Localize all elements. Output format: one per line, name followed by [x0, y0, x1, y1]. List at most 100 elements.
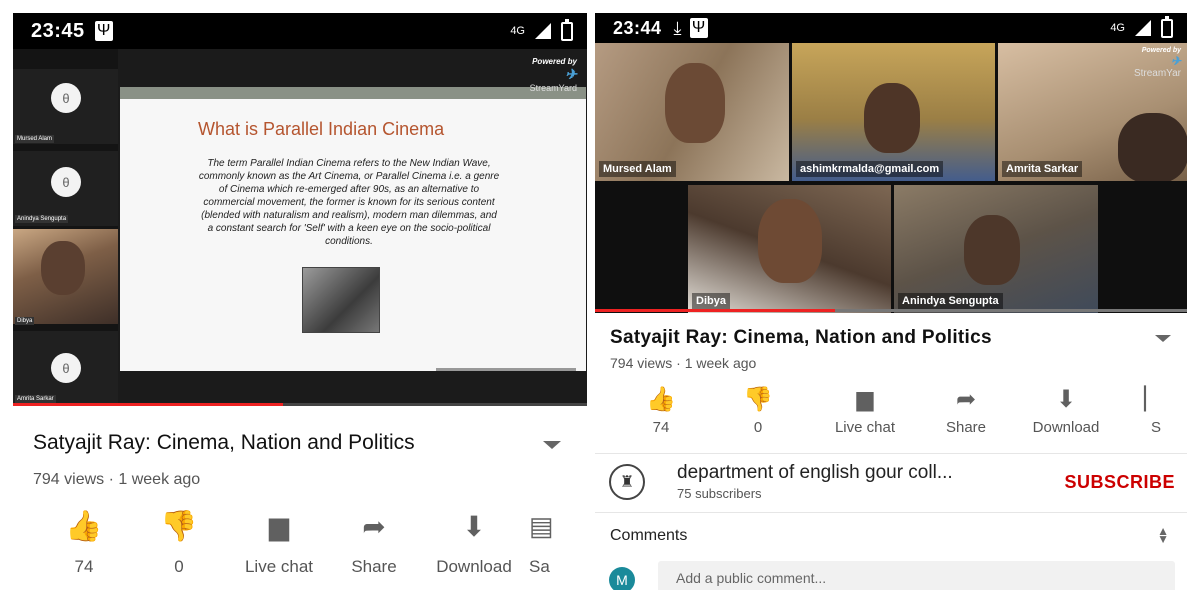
status-time: 23:44 — [613, 17, 662, 38]
share-button[interactable]: ➦ Share — [921, 385, 1011, 437]
slide-title: What is Parallel Indian Cinema — [198, 119, 445, 139]
comments-title: Comments — [610, 527, 688, 544]
avatar: θ — [51, 83, 81, 113]
participant-name: Amrita Sarkar — [15, 395, 56, 403]
status-bar: 23:44 ⤓ Ψ 4G — [595, 13, 1187, 43]
save-icon: ▏ — [1144, 386, 1161, 411]
dislike-button[interactable]: 👎 0 — [707, 385, 809, 437]
participant-tile: θ Mursed Alam — [13, 69, 118, 144]
participant-video: Dibya — [688, 185, 891, 313]
share-icon: ➦ — [955, 385, 977, 413]
battery-icon — [1161, 15, 1173, 38]
participant-figure — [864, 83, 920, 153]
brand-text: StreamYar — [1133, 68, 1181, 79]
signal-icon — [535, 23, 551, 39]
action-bar: 👍 74 👎 0 ▆ Live chat ➦ Share ⬇ Download … — [39, 509, 569, 577]
powered-by-text: Powered by — [532, 57, 577, 66]
live-chat-button[interactable]: ▆ Live chat — [809, 385, 921, 436]
video-meta: 794 views · 1 week ago — [33, 471, 201, 488]
streamyard-logo: Powered by ✈ StreamYard — [530, 57, 577, 93]
live-chat-icon: ▆ — [856, 386, 874, 411]
left-screenshot: 23:45 Ψ 4G θ Mursed Alam θ Anindya Sengu… — [13, 13, 587, 590]
streamyard-icon: ✈ — [1170, 54, 1181, 68]
download-notification-icon: ⤓ — [673, 17, 682, 38]
video-title: Satyajit Ray: Cinema, Nation and Politic… — [33, 431, 415, 454]
avatar: θ — [51, 353, 81, 383]
channel-row[interactable]: ♜ department of english gour coll... 75 … — [595, 453, 1187, 513]
live-chat-button[interactable]: ▆ Live chat — [229, 509, 329, 577]
slide-body: The term Parallel Indian Cinema refers t… — [198, 158, 500, 247]
participant-name: Anindya Sengupta — [898, 293, 1003, 309]
save-icon: ▤ — [529, 510, 554, 541]
video-meta: 794 views · 1 week ago — [610, 355, 757, 371]
participant-name: Amrita Sarkar — [1002, 161, 1083, 177]
streamyard-icon: ✈ — [565, 66, 577, 82]
right-screenshot: 23:44 ⤓ Ψ 4G Mursed Alam ashimkrmalda@gm… — [595, 13, 1187, 590]
participant-figure — [758, 199, 822, 283]
battery-icon — [561, 18, 573, 41]
download-button[interactable]: ⬇ Download — [419, 509, 529, 577]
network-indicator: 4G — [510, 25, 525, 37]
comments-section[interactable]: Comments ▲ ▼ M Add a public comment... — [595, 513, 1187, 590]
participant-name: Anindya Sengupta — [15, 215, 69, 223]
slide-divider — [436, 368, 576, 371]
network-indicator: 4G — [1110, 22, 1125, 34]
status-bar: 23:45 Ψ 4G — [13, 13, 587, 49]
participant-figure — [665, 63, 725, 143]
powered-by-text: Powered by — [1141, 47, 1181, 54]
slide-image — [302, 267, 380, 333]
avatar: θ — [51, 167, 81, 197]
comment-input[interactable]: Add a public comment... — [658, 561, 1175, 590]
expand-chevron-icon[interactable] — [543, 441, 561, 449]
download-icon: ⬇ — [462, 510, 486, 542]
participant-name: Mursed Alam — [15, 135, 55, 143]
save-button[interactable]: ▤ Sa — [529, 509, 569, 577]
subscribe-button[interactable]: SUBSCRIBE — [1064, 472, 1175, 493]
save-button[interactable]: ▏ S — [1121, 385, 1161, 436]
participant-tile: θ Anindya Sengupta — [13, 151, 118, 226]
thumbs-up-icon: 👍 — [646, 385, 676, 413]
share-button[interactable]: ➦ Share — [329, 509, 419, 577]
like-button[interactable]: 👍 74 — [615, 385, 707, 437]
video-player[interactable]: θ Mursed Alam θ Anindya Sengupta Dibya θ… — [13, 49, 587, 405]
video-progress-bar[interactable] — [595, 309, 1187, 312]
video-progress-bar[interactable] — [13, 403, 587, 406]
participant-tile: θ Amrita Sarkar — [13, 331, 118, 405]
avatar: M — [609, 567, 635, 590]
streamyard-logo: Powered by ✈ StreamYar — [1134, 47, 1181, 79]
participant-name: ashimkrmalda@gmail.com — [796, 161, 944, 177]
like-button[interactable]: 👍 74 — [39, 509, 129, 577]
presentation-slide: What is Parallel Indian Cinema The term … — [120, 87, 586, 371]
download-button[interactable]: ⬇ Download — [1011, 385, 1121, 437]
download-icon: ⬇ — [1055, 385, 1077, 413]
expand-collapse-icon[interactable]: ▲ ▼ — [1157, 525, 1169, 545]
subscriber-count: 75 subscribers — [677, 486, 762, 501]
live-chat-icon: ▆ — [269, 510, 289, 541]
participant-figure — [1118, 113, 1187, 181]
status-time: 23:45 — [31, 19, 85, 42]
participant-video — [13, 229, 118, 324]
share-icon: ➦ — [362, 510, 386, 542]
brand-text: StreamYard — [529, 83, 577, 93]
channel-name[interactable]: department of english gour coll... — [677, 462, 953, 484]
participant-video: Mursed Alam — [595, 43, 789, 181]
dislike-button[interactable]: 👎 0 — [129, 509, 229, 577]
action-bar: 👍 74 👎 0 ▆ Live chat ➦ Share ⬇ Download … — [615, 385, 1161, 437]
progress-fill — [13, 403, 283, 406]
video-title: Satyajit Ray: Cinema, Nation and Politic… — [610, 327, 992, 348]
signal-icon — [1135, 20, 1151, 36]
thumbs-down-icon: 👎 — [160, 509, 198, 543]
progress-fill — [595, 309, 835, 312]
participant-name: Mursed Alam — [599, 161, 676, 177]
usb-icon: Ψ — [94, 21, 113, 41]
video-player[interactable]: Mursed Alam ashimkrmalda@gmail.com Amrit… — [595, 43, 1187, 313]
expand-chevron-icon[interactable] — [1155, 335, 1171, 342]
participant-video: ashimkrmalda@gmail.com — [792, 43, 995, 181]
participant-name: Dibya — [15, 317, 35, 325]
participant-figure — [964, 215, 1020, 285]
channel-logo[interactable]: ♜ — [609, 464, 645, 500]
thumbs-up-icon: 👍 — [65, 509, 103, 543]
participant-sidebar: θ Mursed Alam θ Anindya Sengupta Dibya θ… — [13, 49, 118, 405]
thumbs-down-icon: 👎 — [743, 385, 773, 413]
participant-video: Anindya Sengupta — [894, 185, 1098, 313]
